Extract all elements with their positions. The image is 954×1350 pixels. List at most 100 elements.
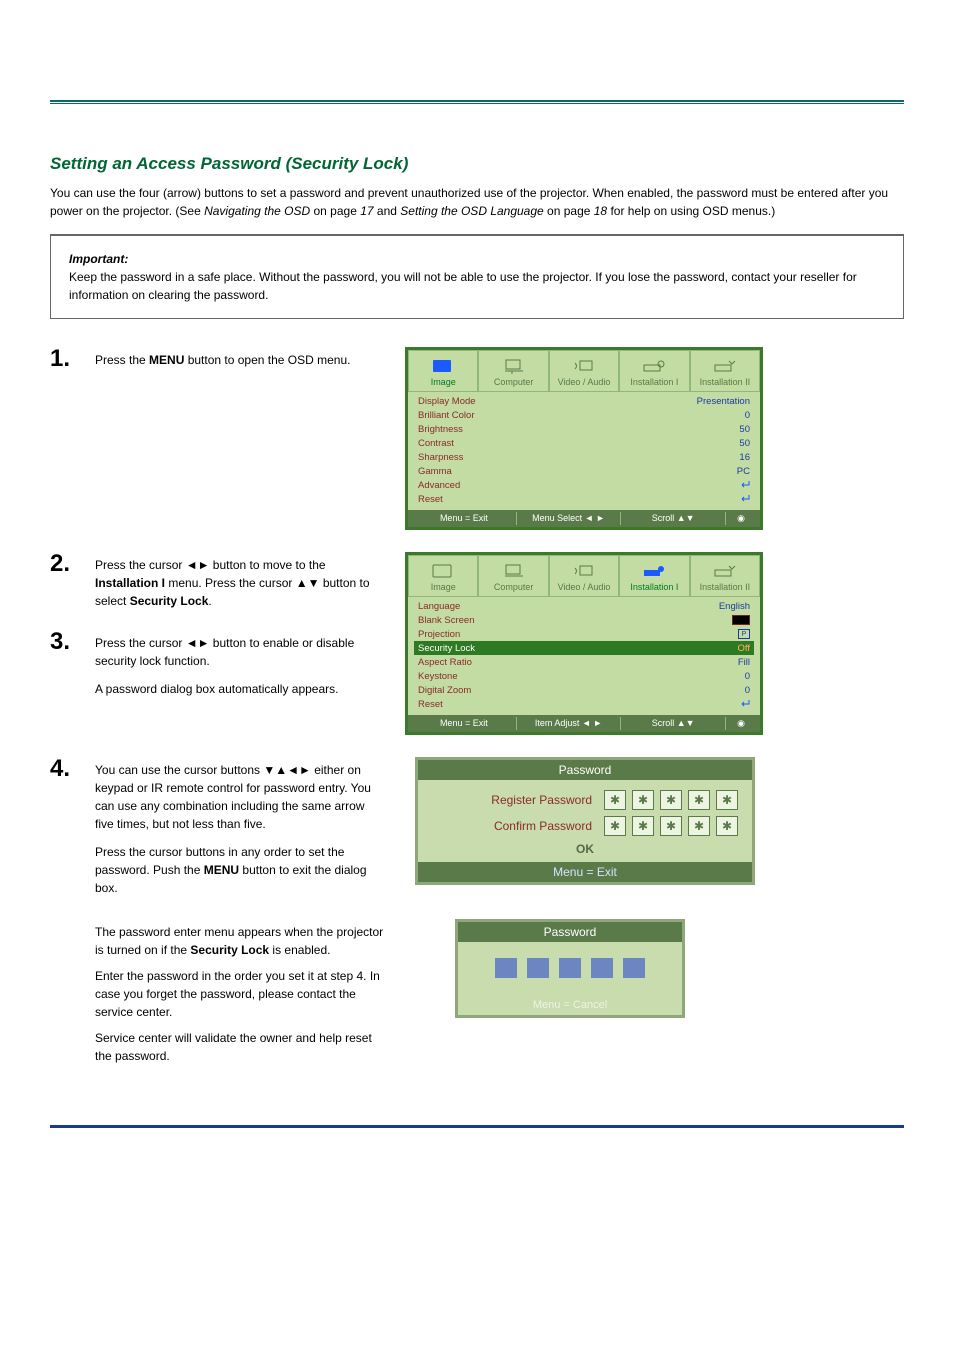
enter-icon xyxy=(738,699,750,710)
video-audio-icon xyxy=(552,560,616,582)
step-4-text: You can use the cursor buttons ▼▲◄► eith… xyxy=(95,757,405,897)
password-cell[interactable]: ✱ xyxy=(688,790,710,810)
cursor-ud-icon: ▲▼ xyxy=(296,576,320,590)
lead-page1: 17 xyxy=(360,204,373,218)
tab-installation-2[interactable]: Installation II xyxy=(690,350,760,392)
password-cell[interactable]: ✱ xyxy=(660,816,682,836)
tab-computer-label: Computer xyxy=(494,377,534,387)
lead-page2: 18 xyxy=(594,204,607,218)
note-body: Keep the password in a safe place. Witho… xyxy=(69,268,885,304)
step-2-text-c: menu. Press the cursor xyxy=(165,576,296,590)
password-entry-cell[interactable] xyxy=(559,958,581,978)
osd-footer: Menu = Exit Item Adjust ◄ ► Scroll ▲▼ ◉ xyxy=(408,715,760,732)
row-keystone[interactable]: Keystone0 xyxy=(414,669,754,683)
tab-image-label: Image xyxy=(431,582,456,592)
installation2-icon xyxy=(693,560,757,582)
row-advanced[interactable]: Advanced xyxy=(414,478,754,492)
tab-computer[interactable]: Computer xyxy=(478,555,548,597)
blank-screen-swatch-icon xyxy=(732,615,750,625)
row-brightness[interactable]: Brightness50 xyxy=(414,422,754,436)
confirm-password-label: Confirm Password xyxy=(432,819,592,833)
tab-image-label: Image xyxy=(431,377,456,387)
row-reset[interactable]: Reset xyxy=(414,697,754,711)
computer-icon xyxy=(481,560,545,582)
row-contrast[interactable]: Contrast50 xyxy=(414,436,754,450)
tab-installation-1[interactable]: Installation I xyxy=(619,555,689,597)
row-digital-zoom[interactable]: Digital Zoom0 xyxy=(414,683,754,697)
row-display-mode[interactable]: Display ModePresentation xyxy=(414,394,754,408)
step-5: The password enter menu appears when the… xyxy=(50,919,904,1065)
row-blank-screen[interactable]: Blank Screen xyxy=(414,613,754,627)
password-entry-cell[interactable] xyxy=(623,958,645,978)
password-cell[interactable]: ✱ xyxy=(716,790,738,810)
foot-enter-icon: ◉ xyxy=(726,512,756,525)
row-aspect-ratio[interactable]: Aspect RatioFill xyxy=(414,655,754,669)
para6: Enter the password in the order you set … xyxy=(95,967,385,1021)
tab-video-audio[interactable]: Video / Audio xyxy=(549,350,619,392)
password-cell[interactable]: ✱ xyxy=(688,816,710,836)
lead-paragraph: You can use the four (arrow) buttons to … xyxy=(50,184,904,220)
installation1-icon xyxy=(622,560,686,582)
tab-installation-1[interactable]: Installation I xyxy=(619,350,689,392)
lead-ref2: Setting the OSD Language xyxy=(400,204,543,218)
computer-icon xyxy=(481,355,545,377)
step-2-text-b: button to move to the xyxy=(209,558,325,572)
row-projection[interactable]: ProjectionP xyxy=(414,627,754,641)
password-entry-footer: Menu = Cancel xyxy=(458,996,682,1015)
installation2-icon xyxy=(693,355,757,377)
tab-image[interactable]: Image xyxy=(408,350,478,392)
register-password-row: Register Password ✱ ✱ ✱ ✱ ✱ xyxy=(432,790,738,810)
note-heading: Important: xyxy=(69,252,128,266)
step-3-text-a: Press the cursor xyxy=(95,636,186,650)
tab-image[interactable]: Image xyxy=(408,555,478,597)
row-language[interactable]: LanguageEnglish xyxy=(414,599,754,613)
lead-ref1: Navigating the OSD xyxy=(204,204,310,218)
tab-computer[interactable]: Computer xyxy=(478,350,548,392)
para5-c: is enabled. xyxy=(269,943,330,957)
row-sharpness[interactable]: Sharpness16 xyxy=(414,450,754,464)
enter-icon xyxy=(738,494,750,505)
password-ok-button[interactable]: OK xyxy=(432,842,738,856)
image-icon xyxy=(411,355,475,377)
password-cell[interactable]: ✱ xyxy=(632,790,654,810)
tab-installation2-label: Installation II xyxy=(700,377,751,387)
enter-icon xyxy=(738,480,750,491)
step-3-number: 3. xyxy=(50,630,95,698)
password-cell[interactable]: ✱ xyxy=(660,790,682,810)
osd-footer: Menu = Exit Menu Select ◄ ► Scroll ▲▼ ◉ xyxy=(408,510,760,527)
tab-installation-2[interactable]: Installation II xyxy=(690,555,760,597)
para7: Service center will validate the owner a… xyxy=(95,1029,385,1065)
tab-video-label: Video / Audio xyxy=(558,582,611,592)
lead-text-e: for help on using OSD menus.) xyxy=(607,204,775,218)
tab-video-label: Video / Audio xyxy=(558,377,611,387)
tab-video-audio[interactable]: Video / Audio xyxy=(549,555,619,597)
row-gamma[interactable]: GammaPC xyxy=(414,464,754,478)
password-cell[interactable]: ✱ xyxy=(632,816,654,836)
step-2-number: 2. xyxy=(50,552,95,610)
password-entry-cell[interactable] xyxy=(591,958,613,978)
video-audio-icon xyxy=(552,355,616,377)
password-cell[interactable]: ✱ xyxy=(716,816,738,836)
password-cell[interactable]: ✱ xyxy=(604,816,626,836)
register-password-label: Register Password xyxy=(432,793,592,807)
confirm-password-row: Confirm Password ✱ ✱ ✱ ✱ ✱ xyxy=(432,816,738,836)
osd-image-menu: Image Computer Video / Audio Installatio… xyxy=(405,347,763,530)
step-1-text: Press the MENU button to open the OSD me… xyxy=(95,347,405,369)
menu-key: MENU xyxy=(204,863,239,877)
password-entry-cell[interactable] xyxy=(495,958,517,978)
step-4-number: 4. xyxy=(50,757,95,781)
foot-enter-icon: ◉ xyxy=(726,717,756,730)
step-1-text-a: Press the xyxy=(95,353,149,367)
row-brilliant-color[interactable]: Brilliant Color0 xyxy=(414,408,754,422)
step-4-text-a: You can use the cursor buttons xyxy=(95,763,263,777)
password-entry-cell[interactable] xyxy=(527,958,549,978)
row-reset[interactable]: Reset xyxy=(414,492,754,506)
step-5-text: The password enter menu appears when the… xyxy=(95,919,405,1065)
row-security-lock[interactable]: Security LockOff xyxy=(414,641,754,655)
installation1-icon xyxy=(622,355,686,377)
password-cell[interactable]: ✱ xyxy=(604,790,626,810)
tab-installation1-label: Installation I xyxy=(630,377,678,387)
header-rule xyxy=(50,100,904,104)
password-title: Password xyxy=(418,760,752,780)
step-1: 1. Press the MENU button to open the OSD… xyxy=(50,347,904,530)
